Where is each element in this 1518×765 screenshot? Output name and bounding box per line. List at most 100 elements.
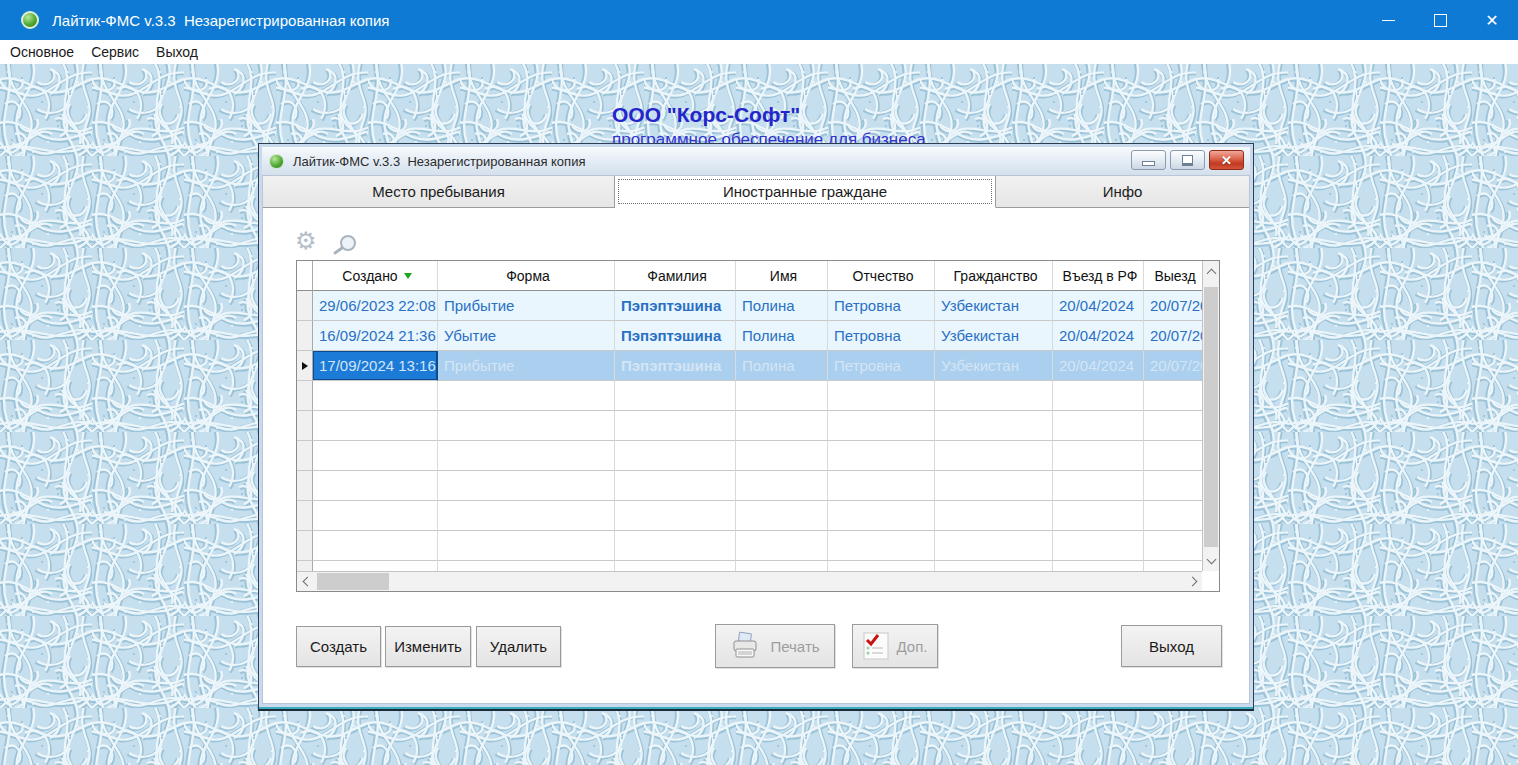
print-button[interactable]: Печать [715,624,835,668]
scroll-up-icon[interactable] [1203,263,1220,280]
scroll-left-icon[interactable] [297,573,314,590]
column-header-label: Создано [342,268,397,284]
dialog-titlebar[interactable]: Лайтик-ФМС v.3.3 Незарегистрированная ко… [262,147,1250,175]
dialog-maximize-button[interactable] [1170,150,1205,170]
cell-name[interactable]: Полина [736,351,828,381]
tab-label: Инфо [1103,183,1143,200]
grid-header-row: Создано Форма Фамилия Имя Отчество Гражд… [297,261,1202,291]
vertical-scrollbar[interactable] [1202,261,1219,571]
horizontal-scroll-thumb[interactable] [317,573,389,590]
tab-foreign-citizens[interactable]: Иностранные граждане [615,176,996,208]
empty-row [297,411,1202,441]
tab-place-of-stay[interactable]: Место пребывания [263,176,615,207]
extra-button[interactable]: Доп. [852,624,938,668]
empty-row [297,471,1202,501]
empty-row [297,441,1202,471]
app-icon [21,11,39,29]
column-header-name[interactable]: Имя [736,261,828,291]
column-header-created[interactable]: Создано [313,261,438,291]
cell-citizenship[interactable]: Узбекистан [935,351,1053,381]
close-icon: ✕ [1485,11,1498,30]
dialog-app-icon [269,154,284,169]
delete-button[interactable]: Удалить [476,626,561,667]
tab-focus-rect [618,179,992,204]
cell-created-focused[interactable]: 17/09/2024 13:16 [313,351,438,381]
desktop-background: ООО "Корс-Софт" программное обеспечение … [0,64,1518,765]
row-indicator [297,291,313,321]
exit-button-label: Выход [1149,638,1194,655]
empty-row [297,381,1202,411]
cell-name[interactable]: Полина [736,321,828,351]
column-header-exit[interactable]: Выезд [1144,261,1202,291]
cell-patronymic[interactable]: Петровна [828,351,935,381]
cell-created[interactable]: 16/09/2024 21:36 [313,321,438,351]
tab-info[interactable]: Инфо [996,176,1249,207]
maximize-button[interactable] [1414,0,1466,40]
printer-icon [730,631,760,661]
data-grid: Создано Форма Фамилия Имя Отчество Гражд… [296,260,1220,592]
tab-label: Место пребывания [372,183,505,200]
print-button-label: Печать [770,638,819,655]
table-row[interactable]: 16/09/2024 21:36 Убытие Пэпэптэшина Поли… [297,321,1202,351]
checklist-icon [863,632,889,660]
column-header-entry[interactable]: Въезд в РФ [1053,261,1144,291]
dialog-close-button[interactable]: ✕ [1209,150,1244,170]
main-window-title: Лайтик-ФМС v.3.3 Незарегистрированная ко… [52,12,389,29]
cell-form[interactable]: Прибытие [438,291,615,321]
empty-row [297,561,1202,571]
delete-button-label: Удалить [490,638,547,655]
menu-main[interactable]: Основное [10,44,74,60]
row-indicator [297,321,313,351]
create-button[interactable]: Создать [296,626,381,667]
cell-created[interactable]: 29/06/2023 22:08 [313,291,438,321]
search-icon[interactable] [332,233,360,257]
cell-name[interactable]: Полина [736,291,828,321]
cell-form[interactable]: Прибытие [438,351,615,381]
cell-citizenship[interactable]: Узбекистан [935,321,1053,351]
column-header-patronymic[interactable]: Отчество [828,261,935,291]
create-button-label: Создать [310,638,367,655]
cell-surname[interactable]: Пэпэптэшина [615,291,736,321]
grid-header-indicator [297,261,313,291]
column-header-citizenship[interactable]: Гражданство [935,261,1053,291]
cell-entry[interactable]: 20/04/2024 [1053,321,1144,351]
brand-title: ООО "Корс-Софт" [612,103,926,127]
sort-desc-icon [404,273,412,279]
menu-service[interactable]: Сервис [91,44,139,60]
cell-exit[interactable]: 20/07/2024 [1144,321,1202,351]
cell-exit[interactable]: 20/07/2024 [1144,291,1202,321]
dialog-close-icon: ✕ [1221,153,1232,168]
main-titlebar: Лайтик-ФМС v.3.3 Незарегистрированная ко… [0,0,1518,40]
vertical-scroll-thumb[interactable] [1204,287,1218,547]
cell-entry[interactable]: 20/04/2024 [1053,351,1144,381]
extra-button-label: Доп. [897,638,928,655]
settings-icon[interactable]: ⚙ [295,229,317,253]
table-row[interactable]: 29/06/2023 22:08 Прибытие Пэпэптэшина По… [297,291,1202,321]
tabbar: Место пребывания Иностранные граждане Ин… [263,176,1249,208]
edit-button[interactable]: Изменить [385,626,471,667]
scroll-down-icon[interactable] [1203,552,1220,569]
dialog-title: Лайтик-ФМС v.3.3 Незарегистрированная ко… [293,154,585,169]
cell-exit[interactable]: 20/07/2024 [1144,351,1202,381]
empty-row [297,531,1202,561]
menu-exit[interactable]: Выход [156,44,198,60]
cell-patronymic[interactable]: Петровна [828,321,935,351]
edit-button-label: Изменить [394,638,462,655]
table-row-selected[interactable]: 17/09/2024 13:16 Прибытие Пэпэптэшина По… [297,351,1202,381]
column-header-surname[interactable]: Фамилия [615,261,736,291]
cell-entry[interactable]: 20/04/2024 [1053,291,1144,321]
scroll-right-icon[interactable] [1185,573,1202,590]
current-row-indicator [297,351,313,381]
cell-citizenship[interactable]: Узбекистан [935,291,1053,321]
dialog-minimize-button[interactable] [1131,150,1166,170]
minimize-button[interactable] [1362,0,1414,40]
cell-surname[interactable]: Пэпэптэшина [615,321,736,351]
menubar: Основное Сервис Выход [0,40,1518,64]
cell-surname[interactable]: Пэпэптэшина [615,351,736,381]
cell-form[interactable]: Убытие [438,321,615,351]
column-header-form[interactable]: Форма [438,261,615,291]
close-button[interactable]: ✕ [1466,0,1518,40]
horizontal-scrollbar[interactable] [297,571,1202,591]
exit-button[interactable]: Выход [1121,625,1222,667]
cell-patronymic[interactable]: Петровна [828,291,935,321]
